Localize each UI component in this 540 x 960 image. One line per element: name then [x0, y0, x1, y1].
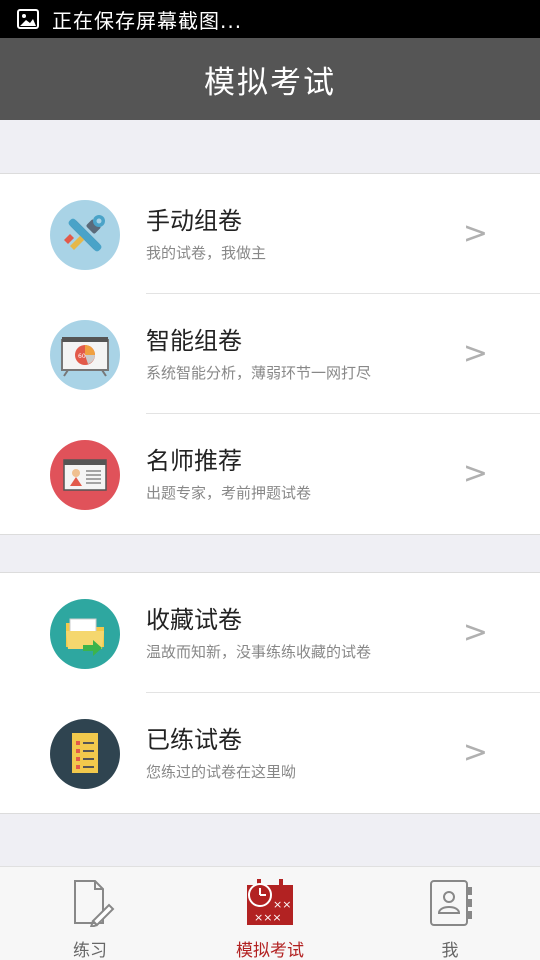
- pencil-document-icon: [65, 877, 115, 927]
- page-title: 模拟考试: [204, 64, 336, 101]
- contact-book-icon: [425, 877, 475, 927]
- item-subtitle: 系统智能分析，薄弱环节一网打尽: [146, 364, 372, 382]
- tab-bar: 练习 ××× ×× 模拟考试 我: [0, 866, 540, 960]
- item-subtitle: 我的试卷，我做主: [146, 244, 267, 262]
- item-title: 名师推荐: [146, 447, 242, 475]
- teacher-board-icon: [50, 440, 120, 510]
- chevron-right-icon: >: [462, 735, 488, 770]
- item-title: 收藏试卷: [146, 606, 242, 634]
- item-title: 已练试卷: [146, 726, 242, 754]
- menu-group-1: 手动组卷 我的试卷，我做主 > 60 智能组卷 系统智能分析，薄弱环节一网打尽 …: [0, 173, 540, 535]
- tab-label: 我: [441, 941, 459, 960]
- header: 模拟考试: [0, 38, 540, 120]
- item-subtitle: 出题专家，考前押题试卷: [146, 484, 312, 502]
- svg-text:60: 60: [78, 353, 86, 360]
- document-list-icon: [50, 719, 120, 789]
- folder-star-icon: [50, 599, 120, 669]
- menu-item-manual-paper[interactable]: 手动组卷 我的试卷，我做主 >: [0, 174, 540, 294]
- chart-board-icon: 60: [50, 320, 120, 390]
- tools-icon: [50, 200, 120, 270]
- screenshot-icon: [16, 7, 40, 31]
- chevron-right-icon: >: [462, 336, 488, 371]
- menu-item-teacher-recommend[interactable]: 名师推荐 出题专家，考前押题试卷 >: [0, 414, 540, 534]
- tab-label: 模拟考试: [236, 941, 304, 960]
- tab-mock-exam[interactable]: ××× ×× 模拟考试: [180, 867, 360, 960]
- menu-item-favorite-papers[interactable]: 收藏试卷 温故而知新，没事练练收藏的试卷 >: [0, 573, 540, 693]
- status-bar: 正在保存屏幕截图...: [0, 0, 540, 38]
- item-subtitle: 温故而知新，没事练练收藏的试卷: [146, 643, 372, 661]
- tab-practice[interactable]: 练习: [0, 867, 180, 960]
- item-subtitle: 您练过的试卷在这里呦: [146, 763, 297, 781]
- item-title: 手动组卷: [146, 207, 242, 235]
- item-title: 智能组卷: [146, 327, 242, 355]
- tab-label: 练习: [73, 941, 107, 960]
- chevron-right-icon: >: [462, 615, 488, 650]
- tab-me[interactable]: 我: [360, 867, 540, 960]
- menu-item-practiced-papers[interactable]: 已练试卷 您练过的试卷在这里呦 >: [0, 693, 540, 813]
- menu-group-2: 收藏试卷 温故而知新，没事练练收藏的试卷 > 已练试卷 您练过的试卷在这里呦 >: [0, 572, 540, 814]
- clock-calendar-icon: ××× ××: [245, 877, 295, 927]
- menu-item-smart-paper[interactable]: 60 智能组卷 系统智能分析，薄弱环节一网打尽 >: [0, 294, 540, 414]
- chevron-right-icon: >: [462, 456, 488, 491]
- status-text: 正在保存屏幕截图...: [52, 8, 243, 33]
- chevron-right-icon: >: [462, 216, 488, 251]
- svg-text:××: ××: [273, 898, 291, 911]
- svg-text:×××: ×××: [254, 911, 282, 924]
